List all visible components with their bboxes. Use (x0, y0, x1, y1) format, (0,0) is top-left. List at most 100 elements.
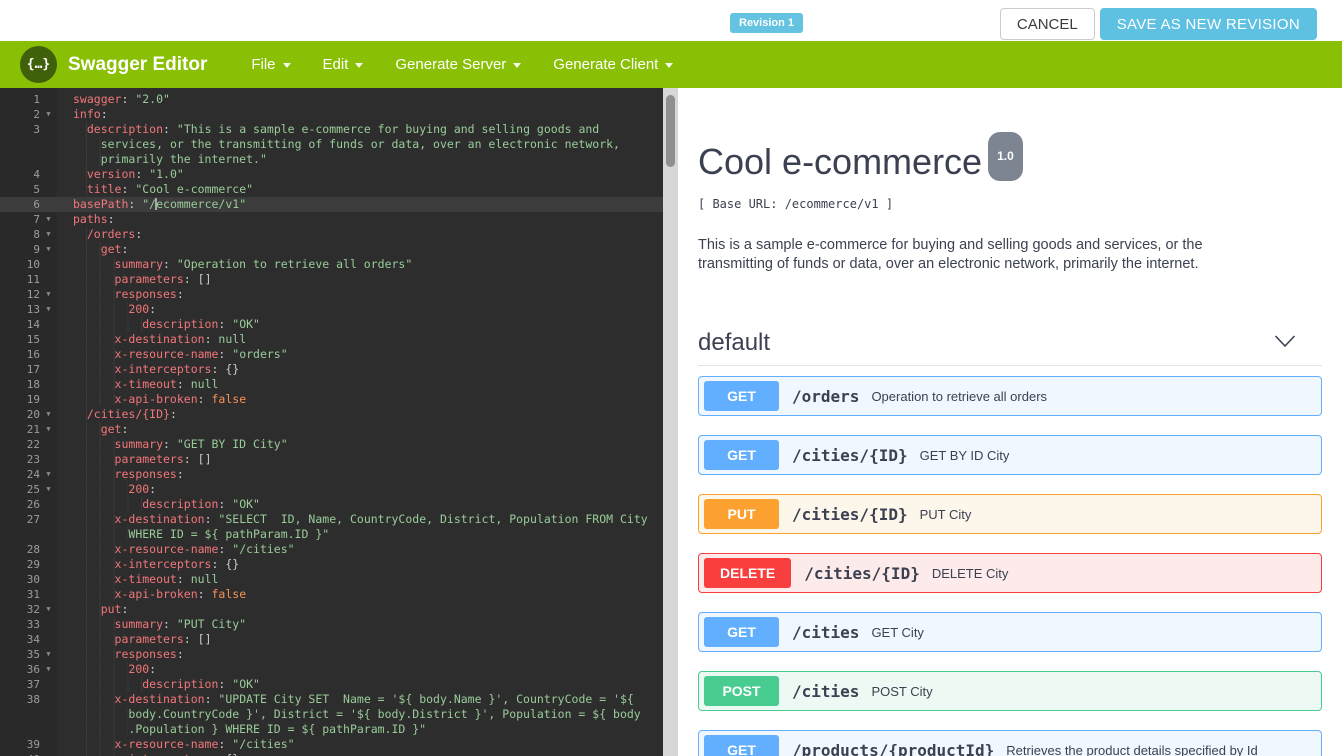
code-line-text: x-resource-name: "/cities" (57, 542, 663, 557)
operation-summary: PUT City (919, 506, 972, 522)
code-line-text: parameters: [] (57, 452, 663, 467)
code-line-text: x-interceptors: {} (57, 557, 663, 572)
save-as-new-revision-button[interactable]: SAVE AS NEW REVISION (1099, 8, 1317, 40)
line-number (0, 152, 40, 167)
code-line-text: description: "OK" (57, 497, 663, 512)
line-number-cell: 34 (0, 632, 57, 647)
navbar: {…} Swagger Editor File Edit Generate Serv… (0, 41, 1342, 88)
code-line: 4 version: "1.0" (0, 167, 663, 182)
fold-toggle-icon[interactable]: ▼ (40, 407, 57, 422)
code-line-text: get: (57, 242, 663, 257)
operation-row[interactable]: GET/products/{productId} Retrieves the pr… (698, 730, 1322, 756)
code-line: .Population } WHERE ID = ${ pathParam.ID… (0, 722, 663, 737)
fold-toggle-icon[interactable]: ▼ (40, 107, 57, 122)
fold-toggle-icon[interactable]: ▼ (40, 302, 57, 317)
code-line-text: x-timeout: null (57, 377, 663, 392)
operation-summary: POST City (871, 683, 933, 699)
line-number-cell: 40 (0, 752, 57, 756)
code-line: 35 ▼ responses: (0, 647, 663, 662)
menu-item-generate-client[interactable]: Generate Client (553, 56, 674, 73)
code-line-text: get: (57, 422, 663, 437)
operation-row[interactable]: POST/cities POST City (698, 671, 1322, 711)
api-title-text: Cool e-commerce (698, 141, 983, 182)
line-number: 30 (26, 573, 40, 586)
fold-toggle-icon[interactable]: ▼ (40, 482, 57, 497)
code-line: 8 ▼ /orders: (0, 227, 663, 242)
fold-toggle-icon[interactable]: ▼ (40, 602, 57, 617)
operation-summary: GET City (871, 624, 924, 640)
line-number-cell: 27 (0, 512, 57, 527)
line-number-cell: 10 (0, 257, 57, 272)
line-number: 33 (26, 618, 40, 631)
swagger-logo-icon: {…} (20, 46, 57, 83)
editor-scrollbar[interactable] (663, 88, 678, 756)
menu-item-edit[interactable]: Edit (323, 56, 364, 73)
code-line: services, or the transmitting of funds o… (0, 137, 663, 152)
code-line-text: services, or the transmitting of funds o… (57, 137, 663, 152)
fold-toggle-icon[interactable]: ▼ (40, 242, 57, 257)
fold-toggle-icon[interactable]: ▼ (40, 662, 57, 677)
line-number-cell: 37 (0, 677, 57, 692)
code-editor[interactable]: 1 swagger: "2.0" 2 ▼ info: 3 description: "Th… (0, 88, 678, 756)
fold-toggle-icon[interactable]: ▼ (40, 227, 57, 242)
code-line: 18 x-timeout: null (0, 377, 663, 392)
version-badge: 1.0 (988, 132, 1023, 181)
code-line: 16 x-resource-name: "orders" (0, 347, 663, 362)
line-number-cell (0, 527, 57, 542)
editor-scrollbar-thumb[interactable] (666, 95, 675, 167)
operation-row[interactable]: GET/cities GET City (698, 612, 1322, 652)
operation-path: /cities (792, 681, 860, 701)
code-line: 22 summary: "GET BY ID City" (0, 437, 663, 452)
menu-item-file[interactable]: File (251, 56, 291, 73)
code-line: 9 ▼ get: (0, 242, 663, 257)
fold-toggle-icon[interactable]: ▼ (40, 647, 57, 662)
code-line-text: x-destination: "SELECT ID, Name, Country… (57, 512, 663, 527)
code-line-text: summary: "GET BY ID City" (57, 437, 663, 452)
line-number: 24 (26, 468, 40, 481)
code-line: 38 x-destination: "UPDATE City SET Name … (0, 692, 663, 707)
operation-row[interactable]: GET/cities/{ID} GET BY ID City (698, 435, 1322, 475)
line-number (0, 137, 40, 152)
operation-row[interactable]: PUT/cities/{ID} PUT City (698, 494, 1322, 534)
line-number-cell (0, 707, 57, 722)
code-line-text: put: (57, 602, 663, 617)
cancel-button[interactable]: CANCEL (999, 8, 1095, 40)
topbar: Revision 1 CANCEL SAVE AS NEW REVISION (0, 0, 1342, 41)
line-number: 18 (26, 378, 40, 391)
fold-toggle-icon[interactable]: ▼ (40, 212, 57, 227)
line-number-cell: 20 ▼ (0, 407, 57, 422)
line-number-cell: 2 ▼ (0, 107, 57, 122)
line-number: 22 (26, 438, 40, 451)
line-number: 25 (26, 483, 40, 496)
fold-toggle-icon[interactable]: ▼ (40, 422, 57, 437)
line-number: 29 (26, 558, 40, 571)
line-number: 7 (33, 213, 40, 226)
code-line-text: x-resource-name: "/cities" (57, 737, 663, 752)
code-line: 40 x-interceptors: {} (0, 752, 663, 756)
section-header-default[interactable]: default (698, 329, 1322, 366)
fold-toggle-icon[interactable]: ▼ (40, 287, 57, 302)
chevron-down-icon[interactable] (1274, 334, 1296, 353)
code-line-text: responses: (57, 647, 663, 662)
code-line-text: x-api-broken: false (57, 392, 663, 407)
line-number: 3 (33, 123, 40, 136)
code-line-text: title: "Cool e-commerce" (57, 182, 663, 197)
line-number: 8 (33, 228, 40, 241)
operation-row[interactable]: GET/orders Operation to retrieve all orde… (698, 376, 1322, 416)
line-number-cell: 7 ▼ (0, 212, 57, 227)
fold-toggle-icon[interactable]: ▼ (40, 467, 57, 482)
line-number-cell: 28 (0, 542, 57, 557)
code-lines: 1 swagger: "2.0" 2 ▼ info: 3 description: "Th… (0, 92, 663, 756)
operation-row[interactable]: DELETE/cities/{ID} DELETE City (698, 553, 1322, 593)
code-line-text: paths: (73, 212, 115, 226)
menu-item-generate-server[interactable]: Generate Server (395, 56, 522, 73)
